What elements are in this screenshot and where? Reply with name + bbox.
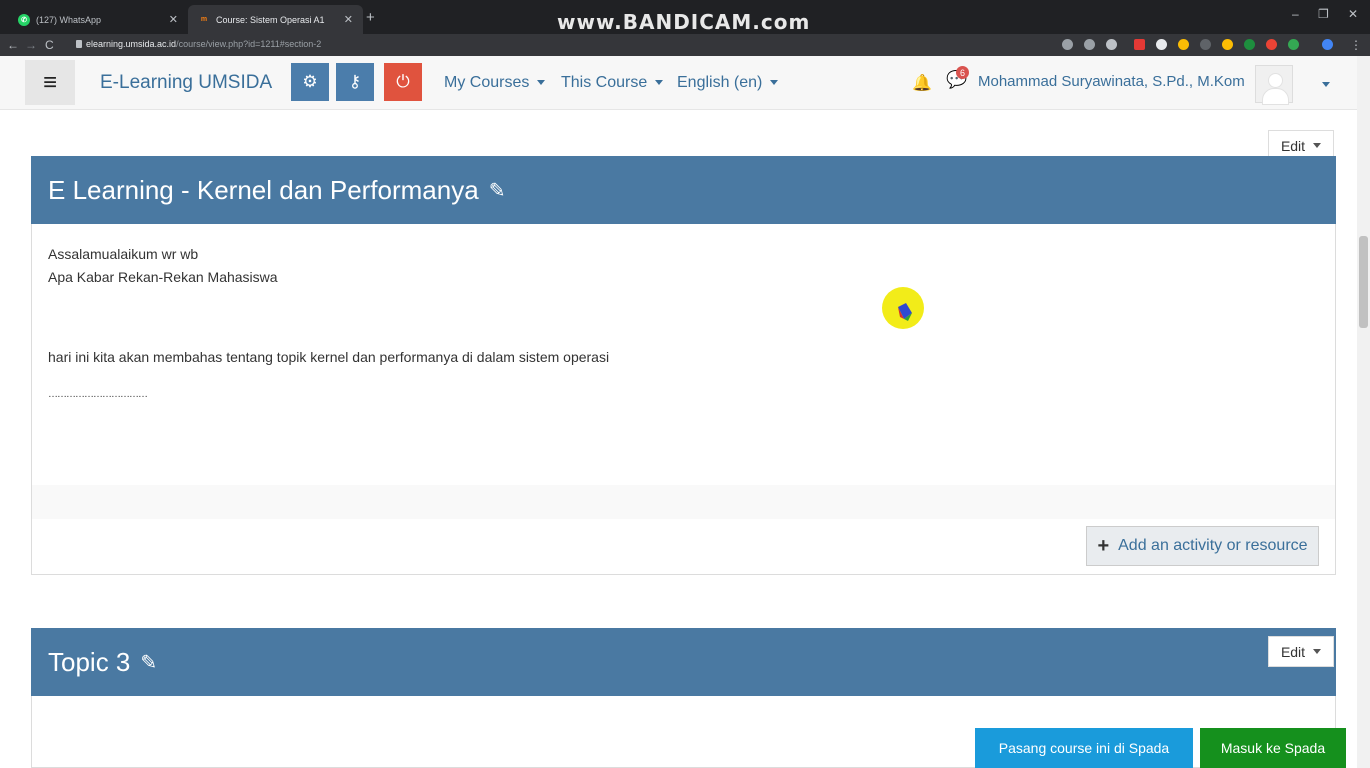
address-bar: ← → C elearning.umsida.ac.id/course/view… xyxy=(0,34,1370,56)
chevron-down-icon xyxy=(655,80,664,86)
close-window-icon[interactable]: ✕ xyxy=(1348,7,1358,21)
extension-icon[interactable] xyxy=(1288,39,1299,50)
close-tab-icon[interactable]: ✕ xyxy=(169,13,178,26)
logout-button[interactable]: ⏻ xyxy=(384,63,422,101)
pointer-icon xyxy=(898,303,912,321)
new-tab-icon[interactable]: + xyxy=(366,9,375,26)
menu-language[interactable]: English (en) xyxy=(677,74,779,92)
user-name[interactable]: Mohammad Suryawinata, S.Pd., M.Kom xyxy=(978,73,1245,90)
summary-dots: …………………………… xyxy=(48,389,148,400)
message-count-badge: 6 xyxy=(956,66,969,79)
whatsapp-icon: ✆ xyxy=(18,13,30,26)
extension-icon[interactable] xyxy=(1322,39,1333,50)
tab-course[interactable]: m Course: Sistem Operasi A1 ✕ xyxy=(188,5,363,34)
forward-icon[interactable]: → xyxy=(25,38,37,52)
extension-icon[interactable] xyxy=(1134,39,1145,50)
spada-enter-button[interactable]: Masuk ke Spada xyxy=(1200,728,1346,768)
extension-icon[interactable] xyxy=(1244,39,1255,50)
section-divider-strip xyxy=(32,485,1335,519)
star-icon[interactable] xyxy=(1106,39,1117,50)
summary-line: Assalamualaikum wr wb xyxy=(48,246,199,262)
extension-icon[interactable] xyxy=(1266,39,1277,50)
chevron-down-icon xyxy=(537,80,546,86)
section-header: Topic 3 ✎ xyxy=(31,628,1336,696)
zoom-icon[interactable] xyxy=(1084,39,1095,50)
extension-icon[interactable] xyxy=(1222,39,1233,50)
user-menu-chevron-icon[interactable] xyxy=(1322,82,1330,87)
key-icon: ⚷ xyxy=(348,72,362,91)
tab-title: (127) WhatsApp xyxy=(36,14,102,25)
cursor-highlight xyxy=(882,287,924,329)
menu-this-course[interactable]: This Course xyxy=(561,74,664,92)
bandicam-watermark: www.BANDICAM.com xyxy=(557,10,811,34)
extension-icon[interactable] xyxy=(1178,39,1189,50)
chevron-down-icon xyxy=(770,80,779,86)
hamburger-icon: ≡ xyxy=(42,68,57,96)
hamburger-menu-button[interactable]: ≡ xyxy=(25,60,75,105)
chevron-down-icon xyxy=(1313,143,1322,148)
avatar[interactable] xyxy=(1255,65,1293,105)
summary-line: Apa Kabar Rekan-Rekan Mahasiswa xyxy=(48,269,278,285)
moodle-icon: m xyxy=(200,16,208,23)
lock-icon xyxy=(76,40,82,48)
scrollbar-thumb[interactable] xyxy=(1359,236,1368,328)
pencil-icon[interactable]: ✎ xyxy=(140,650,157,675)
site-brand[interactable]: E-Learning UMSIDA xyxy=(100,72,272,94)
reload-icon[interactable]: C xyxy=(45,38,54,52)
tab-whatsapp[interactable]: ✆ (127) WhatsApp ✕ xyxy=(8,5,188,34)
browser-tab-bar: ✆ (127) WhatsApp ✕ m Course: Sistem Oper… xyxy=(0,0,1370,34)
back-icon[interactable]: ← xyxy=(7,38,19,52)
url-field[interactable]: elearning.umsida.ac.id/course/view.php?i… xyxy=(86,39,321,49)
site-navbar: ≡ E-Learning UMSIDA ⚙ ⚷ ⏻ My Courses Thi… xyxy=(0,56,1370,110)
summary-line: hari ini kita akan membahas tentang topi… xyxy=(48,349,610,365)
page-scrollbar[interactable] xyxy=(1357,56,1370,768)
section-title[interactable]: E Learning - Kernel dan Performanya xyxy=(48,175,479,206)
translate-icon[interactable] xyxy=(1062,39,1073,50)
menu-my-courses[interactable]: My Courses xyxy=(444,74,546,92)
close-tab-icon[interactable]: ✕ xyxy=(344,13,353,26)
admin-settings-button[interactable]: ⚙ xyxy=(291,63,329,101)
section-title[interactable]: Topic 3 xyxy=(48,647,130,678)
power-icon: ⏻ xyxy=(396,72,410,91)
menu-kebab-icon[interactable]: ⋮ xyxy=(1350,38,1362,52)
extension-icon[interactable] xyxy=(1200,39,1211,50)
chevron-down-icon xyxy=(1313,649,1322,654)
spada-install-button[interactable]: Pasang course ini di Spada xyxy=(975,728,1193,768)
section-edit-button[interactable]: Edit xyxy=(1268,636,1334,667)
tab-title: Course: Sistem Operasi A1 xyxy=(216,14,325,25)
gears-icon: ⚙ xyxy=(302,72,318,91)
minimize-icon[interactable]: – xyxy=(1292,7,1299,21)
extension-icon[interactable] xyxy=(1156,39,1167,50)
pencil-icon[interactable]: ✎ xyxy=(489,178,506,203)
key-button[interactable]: ⚷ xyxy=(336,63,374,101)
section-header: E Learning - Kernel dan Performanya ✎ xyxy=(31,156,1336,224)
plus-icon: + xyxy=(1097,534,1110,557)
restore-icon[interactable]: ❐ xyxy=(1318,7,1329,21)
notification-bell-icon[interactable]: 🔔 xyxy=(912,73,932,93)
add-activity-button[interactable]: + Add an activity or resource xyxy=(1086,526,1319,566)
